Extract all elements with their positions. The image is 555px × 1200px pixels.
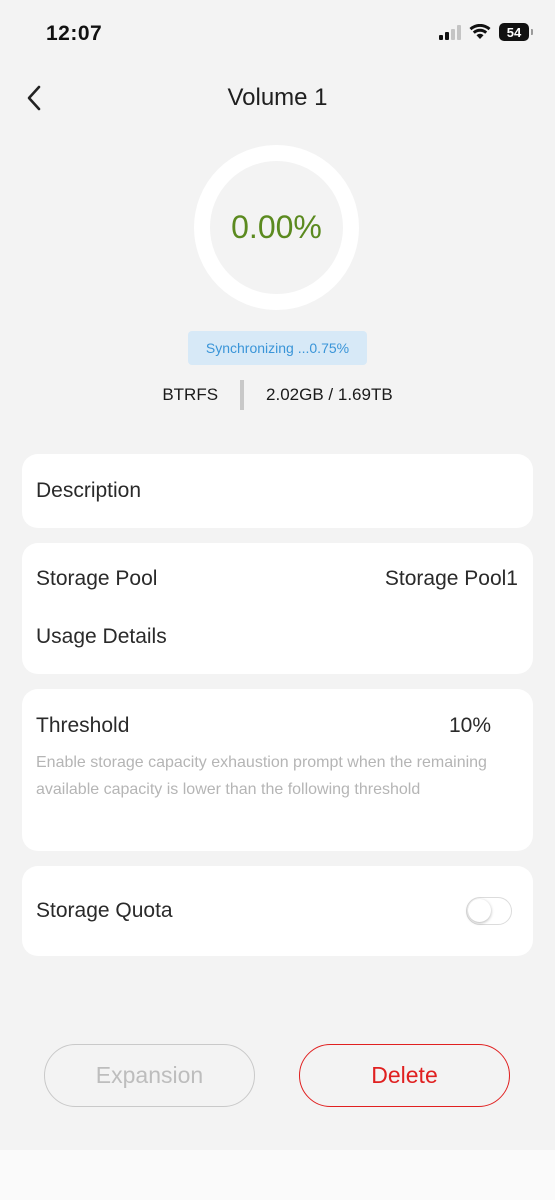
wifi-icon — [469, 24, 491, 40]
sync-status-badge: Synchronizing ...0.75% — [188, 331, 367, 365]
signal-icon — [439, 24, 461, 40]
storage-pool-label: Storage Pool — [36, 567, 158, 590]
delete-button[interactable]: Delete — [299, 1044, 510, 1107]
battery-level: 54 — [506, 24, 522, 40]
status-icons: 54 — [439, 23, 533, 41]
storage-pool-value[interactable]: Storage Pool1 — [385, 567, 518, 591]
toggle-knob — [468, 899, 491, 922]
status-bar: 12:07 54 — [0, 0, 555, 70]
storage-pool-card: Storage Pool Storage Pool1 Usage Details — [22, 543, 533, 674]
storage-quota-card: Storage Quota — [22, 866, 533, 956]
description-card[interactable]: Description — [22, 454, 533, 528]
usage-details-link[interactable]: Usage Details — [36, 625, 167, 649]
threshold-label: Threshold — [36, 714, 130, 737]
divider — [240, 380, 245, 410]
storage-quota-label: Storage Quota — [36, 899, 173, 922]
page-title: Volume 1 — [227, 84, 328, 111]
filesystem-info: BTRFS 2.02GB / 1.69TB — [0, 380, 555, 410]
capacity-text: 2.02GB / 1.69TB — [266, 385, 393, 404]
threshold-hint: Enable storage capacity exhaustion promp… — [36, 754, 487, 798]
threshold-value[interactable]: 10% — [449, 714, 491, 738]
battery-icon: 54 — [499, 23, 533, 41]
description-label: Description — [36, 479, 142, 502]
nav-bar: Volume 1 — [0, 72, 555, 124]
threshold-card[interactable]: Threshold 10% Enable storage capacity ex… — [22, 689, 533, 851]
storage-quota-toggle[interactable] — [466, 897, 512, 925]
filesystem-type: BTRFS — [162, 385, 219, 404]
usage-percent: 0.00% — [231, 209, 322, 245]
bottom-safe-area — [0, 1150, 555, 1200]
status-time: 12:07 — [46, 22, 103, 45]
expansion-button[interactable]: Expansion — [44, 1044, 255, 1107]
usage-ring: 0.00% — [194, 145, 359, 310]
